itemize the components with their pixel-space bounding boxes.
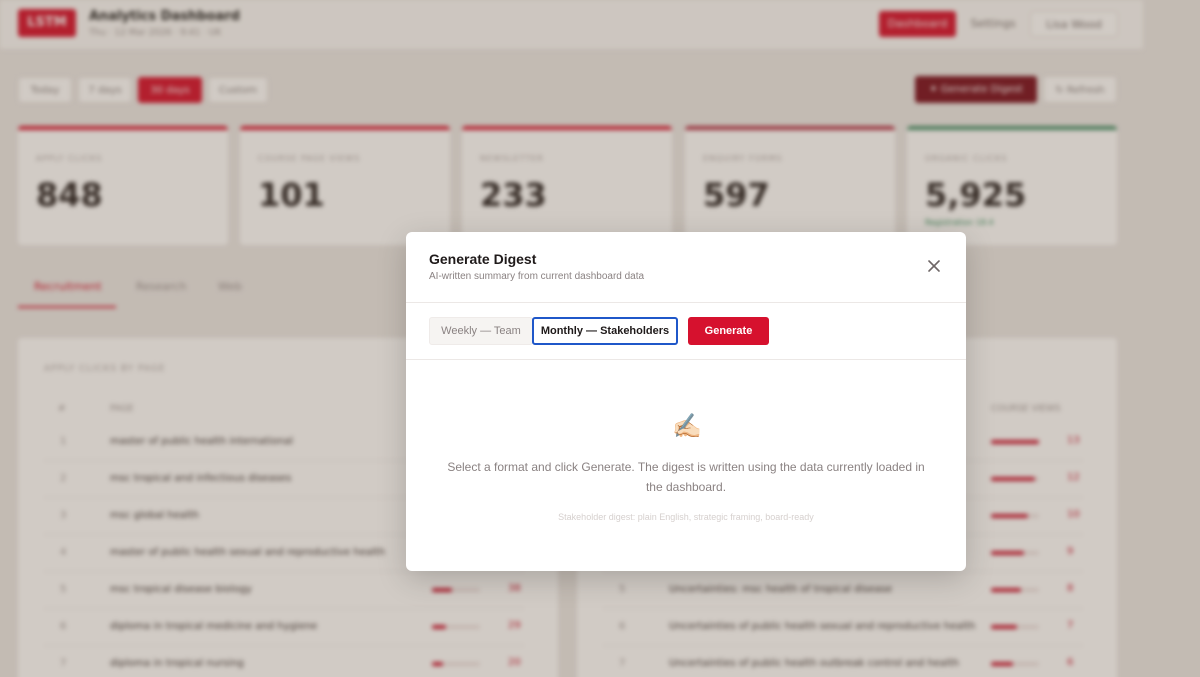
format-weekly-team-option[interactable]: Weekly — Team — [429, 317, 533, 345]
generate-button[interactable]: Generate — [688, 317, 769, 345]
modal-subtitle: AI-written summary from current dashboar… — [429, 271, 645, 282]
modal-body: ✍🏻 Select a format and click Generate. T… — [406, 360, 966, 571]
modal-header: Generate Digest AI-written summary from … — [406, 232, 966, 303]
format-toolbar: Weekly — Team Monthly — Stakeholders Gen… — [406, 303, 966, 360]
modal-title: Generate Digest — [429, 251, 537, 267]
close-icon[interactable] — [924, 256, 944, 276]
writing-hand-icon: ✍🏻 — [672, 412, 702, 440]
generate-digest-modal: Generate Digest AI-written summary from … — [406, 232, 966, 571]
format-hint-text: Stakeholder digest: plain English, strat… — [558, 512, 814, 522]
instruction-text: Select a format and click Generate. The … — [447, 460, 925, 494]
format-monthly-stakeholders-option[interactable]: Monthly — Stakeholders — [532, 317, 678, 345]
